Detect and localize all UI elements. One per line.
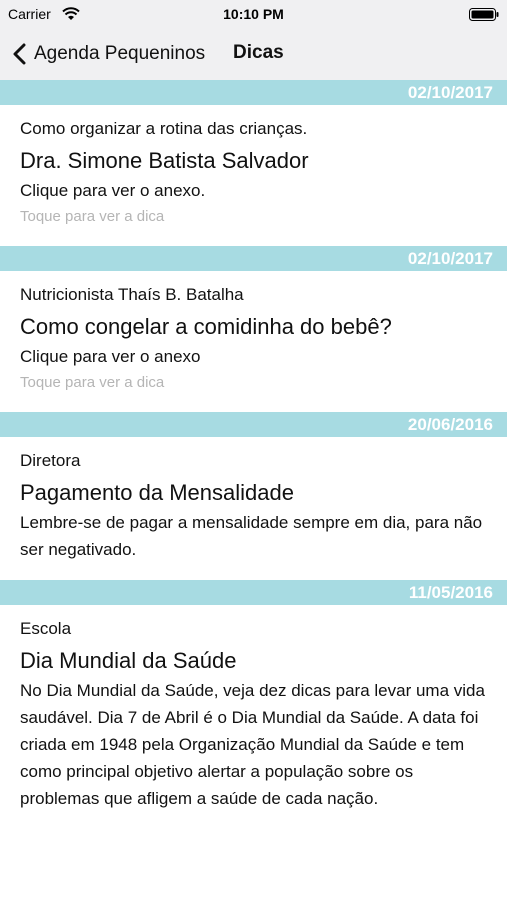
item-body: No Dia Mundial da Saúde, veja dez dicas …: [20, 681, 485, 808]
item-body: Clique para ver o anexo.: [20, 181, 206, 200]
date-header: 02/10/2017: [0, 246, 507, 271]
item-author: Nutricionista Thaís B. Batalha: [20, 285, 244, 304]
item-hint: Toque para ver a dica: [20, 208, 165, 225]
item-author: Escola: [20, 619, 72, 638]
navigation-bar: Agenda Pequeninos Dicas: [0, 28, 507, 80]
back-button[interactable]: Agenda Pequeninos: [12, 40, 205, 68]
item-author: Como organizar a rotina das crianças.: [20, 119, 308, 138]
item-author: Diretora: [20, 451, 81, 470]
date-header: 20/06/2016: [0, 412, 507, 437]
list-item[interactable]: Diretora Pagamento da Mensalidade Lembre…: [0, 437, 507, 580]
back-label: Agenda Pequeninos: [34, 43, 206, 64]
item-body: Clique para ver o anexo: [20, 347, 201, 366]
status-bar: Carrier 10:10 PM: [0, 0, 507, 28]
date-header: 02/10/2017: [0, 80, 507, 105]
date-header: 11/05/2016: [0, 580, 507, 605]
chevron-left-icon: [13, 43, 26, 65]
battery-icon: [469, 8, 499, 21]
item-title: Pagamento da Mensalidade: [20, 480, 294, 505]
page-title: Dicas: [233, 42, 284, 63]
list-item[interactable]: Como organizar a rotina das crianças. Dr…: [0, 105, 507, 246]
list-item[interactable]: Escola Dia Mundial da Saúde No Dia Mundi…: [0, 605, 507, 905]
status-time: 10:10 PM: [223, 6, 284, 22]
item-hint: Toque para ver a dica: [20, 374, 165, 391]
item-title: Como congelar a comidinha do bebê?: [20, 314, 392, 339]
item-body: Lembre-se de pagar a mensalidade sempre …: [20, 513, 483, 559]
item-title: Dra. Simone Batista Salvador: [20, 148, 309, 173]
list-item[interactable]: Nutricionista Thaís B. Batalha Como cong…: [0, 271, 507, 412]
item-title: Dia Mundial da Saúde: [20, 648, 237, 673]
tips-list: 02/10/2017 Como organizar a rotina das c…: [0, 80, 507, 905]
